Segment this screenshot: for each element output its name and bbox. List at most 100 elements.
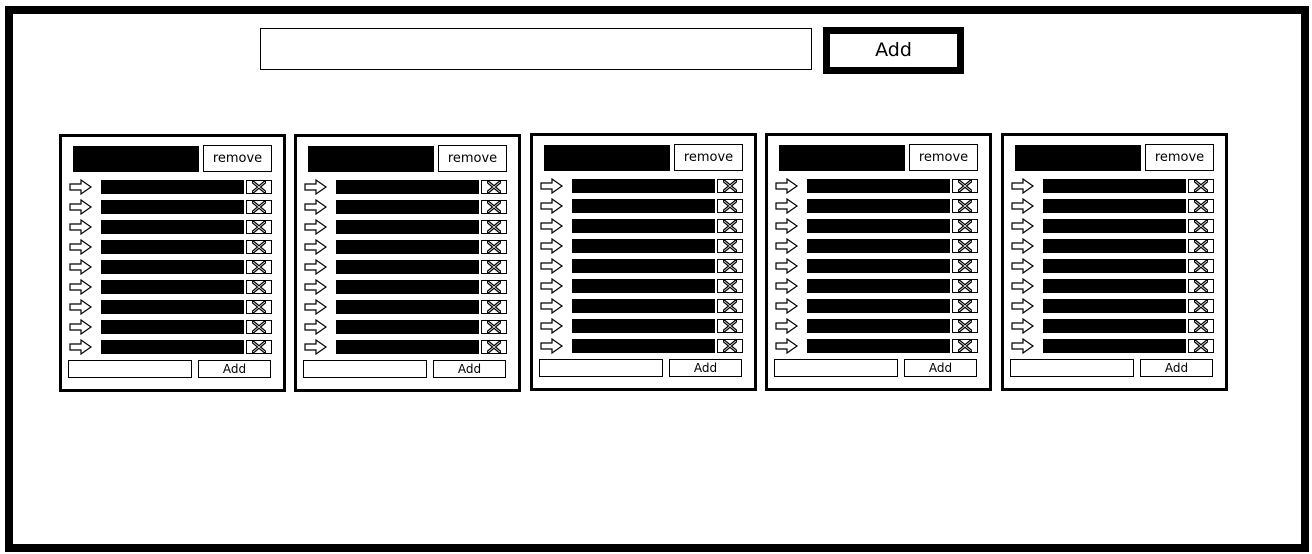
delete-item-button[interactable] (1188, 279, 1214, 293)
delete-item-button[interactable] (952, 179, 978, 193)
add-item-button[interactable]: Add (669, 359, 742, 377)
drag-arrow-icon[interactable] (69, 299, 93, 315)
drag-arrow-icon[interactable] (1011, 318, 1035, 334)
delete-item-button[interactable] (246, 200, 272, 214)
delete-item-button[interactable] (952, 319, 978, 333)
delete-item-button[interactable] (952, 259, 978, 273)
delete-item-button[interactable] (1188, 239, 1214, 253)
delete-item-button[interactable] (717, 259, 743, 273)
delete-item-button[interactable] (246, 240, 272, 254)
drag-arrow-icon[interactable] (1011, 278, 1035, 294)
drag-arrow-icon[interactable] (775, 198, 799, 214)
drag-arrow-icon[interactable] (1011, 338, 1035, 354)
new-item-input[interactable] (774, 359, 898, 377)
drag-arrow-icon[interactable] (540, 218, 564, 234)
delete-item-button[interactable] (481, 180, 507, 194)
drag-arrow-icon[interactable] (775, 218, 799, 234)
delete-item-button[interactable] (952, 219, 978, 233)
drag-arrow-icon[interactable] (540, 338, 564, 354)
delete-item-button[interactable] (481, 200, 507, 214)
delete-item-button[interactable] (481, 240, 507, 254)
drag-arrow-icon[interactable] (304, 179, 328, 195)
drag-arrow-icon[interactable] (540, 198, 564, 214)
delete-item-button[interactable] (246, 260, 272, 274)
drag-arrow-icon[interactable] (69, 179, 93, 195)
remove-list-button[interactable]: remove (674, 144, 743, 171)
drag-arrow-icon[interactable] (304, 299, 328, 315)
new-item-input[interactable] (539, 359, 663, 377)
drag-arrow-icon[interactable] (540, 178, 564, 194)
delete-item-button[interactable] (717, 239, 743, 253)
delete-item-button[interactable] (246, 280, 272, 294)
delete-item-button[interactable] (481, 280, 507, 294)
delete-item-button[interactable] (1188, 339, 1214, 353)
delete-item-button[interactable] (952, 199, 978, 213)
delete-item-button[interactable] (717, 319, 743, 333)
drag-arrow-icon[interactable] (540, 318, 564, 334)
add-item-button[interactable]: Add (433, 360, 506, 378)
delete-item-button[interactable] (481, 220, 507, 234)
drag-arrow-icon[interactable] (69, 219, 93, 235)
drag-arrow-icon[interactable] (775, 338, 799, 354)
drag-arrow-icon[interactable] (304, 199, 328, 215)
delete-item-button[interactable] (717, 219, 743, 233)
delete-item-button[interactable] (481, 320, 507, 334)
drag-arrow-icon[interactable] (540, 258, 564, 274)
drag-arrow-icon[interactable] (304, 259, 328, 275)
delete-item-button[interactable] (1188, 259, 1214, 273)
delete-item-button[interactable] (246, 300, 272, 314)
drag-arrow-icon[interactable] (775, 258, 799, 274)
drag-arrow-icon[interactable] (304, 279, 328, 295)
delete-item-button[interactable] (246, 320, 272, 334)
drag-arrow-icon[interactable] (540, 298, 564, 314)
delete-item-button[interactable] (952, 279, 978, 293)
drag-arrow-icon[interactable] (1011, 178, 1035, 194)
drag-arrow-icon[interactable] (1011, 258, 1035, 274)
delete-item-button[interactable] (481, 260, 507, 274)
delete-item-button[interactable] (1188, 299, 1214, 313)
new-item-input[interactable] (1010, 359, 1134, 377)
delete-item-button[interactable] (1188, 199, 1214, 213)
drag-arrow-icon[interactable] (1011, 198, 1035, 214)
delete-item-button[interactable] (246, 340, 272, 354)
add-item-button[interactable]: Add (1140, 359, 1213, 377)
delete-item-button[interactable] (1188, 319, 1214, 333)
delete-item-button[interactable] (246, 180, 272, 194)
drag-arrow-icon[interactable] (304, 219, 328, 235)
remove-list-button[interactable]: remove (909, 144, 978, 171)
delete-item-button[interactable] (1188, 219, 1214, 233)
drag-arrow-icon[interactable] (775, 278, 799, 294)
drag-arrow-icon[interactable] (540, 278, 564, 294)
drag-arrow-icon[interactable] (304, 239, 328, 255)
drag-arrow-icon[interactable] (1011, 238, 1035, 254)
new-item-input[interactable] (68, 360, 192, 378)
add-item-button[interactable]: Add (904, 359, 977, 377)
drag-arrow-icon[interactable] (69, 319, 93, 335)
delete-item-button[interactable] (952, 299, 978, 313)
delete-item-button[interactable] (481, 300, 507, 314)
delete-item-button[interactable] (717, 199, 743, 213)
delete-item-button[interactable] (717, 279, 743, 293)
drag-arrow-icon[interactable] (775, 318, 799, 334)
new-list-input[interactable] (260, 28, 812, 70)
drag-arrow-icon[interactable] (304, 319, 328, 335)
drag-arrow-icon[interactable] (1011, 298, 1035, 314)
remove-list-button[interactable]: remove (438, 145, 507, 172)
delete-item-button[interactable] (481, 340, 507, 354)
drag-arrow-icon[interactable] (69, 339, 93, 355)
delete-item-button[interactable] (952, 339, 978, 353)
delete-item-button[interactable] (717, 299, 743, 313)
drag-arrow-icon[interactable] (69, 259, 93, 275)
add-item-button[interactable]: Add (198, 360, 271, 378)
remove-list-button[interactable]: remove (203, 145, 272, 172)
drag-arrow-icon[interactable] (775, 298, 799, 314)
drag-arrow-icon[interactable] (69, 279, 93, 295)
delete-item-button[interactable] (717, 179, 743, 193)
new-item-input[interactable] (303, 360, 427, 378)
drag-arrow-icon[interactable] (1011, 218, 1035, 234)
drag-arrow-icon[interactable] (304, 339, 328, 355)
delete-item-button[interactable] (717, 339, 743, 353)
drag-arrow-icon[interactable] (540, 238, 564, 254)
drag-arrow-icon[interactable] (69, 239, 93, 255)
delete-item-button[interactable] (1188, 179, 1214, 193)
